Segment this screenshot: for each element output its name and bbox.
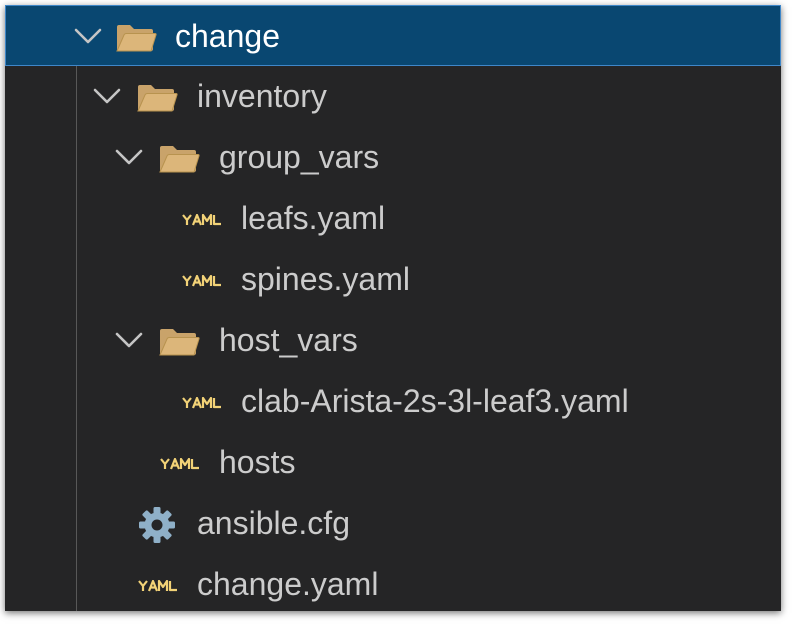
tree-item-label: change xyxy=(175,18,280,54)
tree-item-label: inventory xyxy=(197,78,327,114)
tree-item-ansible-cfg[interactable]: ansible.cfg xyxy=(5,493,781,554)
tree-item-host-vars-folder[interactable]: host_vars xyxy=(5,310,781,371)
folder-open-icon xyxy=(158,325,200,357)
folder-open-icon xyxy=(136,81,178,113)
file-explorer: change inventory group_vars leafs.yaml s… xyxy=(5,5,781,611)
gear-icon xyxy=(137,505,177,545)
tree-item-label: host_vars xyxy=(219,322,358,358)
chevron-down-icon[interactable] xyxy=(74,26,102,46)
tree-item-leafs-yaml[interactable]: leafs.yaml xyxy=(5,188,781,249)
tree-item-inventory-folder[interactable]: inventory xyxy=(5,66,781,127)
tree-item-change-folder[interactable]: change xyxy=(5,5,781,66)
yaml-file-icon xyxy=(138,580,178,592)
tree-item-leaf3-yaml[interactable]: clab-Arista-2s-3l-leaf3.yaml xyxy=(5,371,781,432)
tree-item-label: spines.yaml xyxy=(241,261,410,297)
folder-open-icon xyxy=(158,142,200,174)
tree-item-hosts-file[interactable]: hosts xyxy=(5,432,781,493)
tree-item-label: ansible.cfg xyxy=(197,505,350,541)
tree-item-spines-yaml[interactable]: spines.yaml xyxy=(5,249,781,310)
yaml-file-icon xyxy=(182,214,222,226)
tree-item-group-vars-folder[interactable]: group_vars xyxy=(5,127,781,188)
tree-item-label: leafs.yaml xyxy=(241,200,386,236)
chevron-down-icon[interactable] xyxy=(115,147,143,167)
yaml-file-icon xyxy=(182,275,222,287)
yaml-file-icon xyxy=(160,458,200,470)
tree-item-label: change.yaml xyxy=(197,566,379,602)
tree-item-label: hosts xyxy=(219,444,296,480)
tree-item-label: clab-Arista-2s-3l-leaf3.yaml xyxy=(241,383,629,419)
chevron-down-icon[interactable] xyxy=(115,330,143,350)
yaml-file-icon xyxy=(182,397,222,409)
tree-item-label: group_vars xyxy=(219,139,380,175)
folder-open-icon xyxy=(115,21,157,53)
chevron-down-icon[interactable] xyxy=(93,86,121,106)
tree-item-change-yaml[interactable]: change.yaml xyxy=(5,554,781,611)
